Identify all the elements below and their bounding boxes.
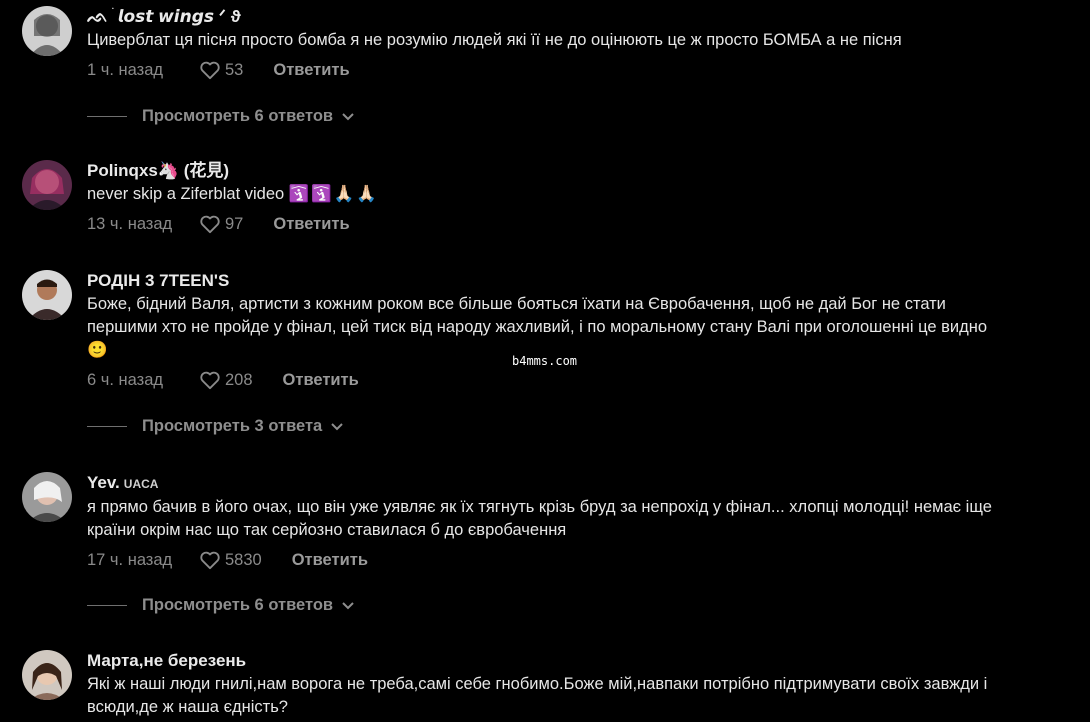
- reply-button[interactable]: Ответить: [273, 61, 349, 80]
- username[interactable]: Yev.: [87, 473, 120, 492]
- reply-button[interactable]: Ответить: [273, 215, 349, 234]
- comment-text-line: Боже, бідний Валя, артисти з кожним роко…: [87, 295, 946, 313]
- view-replies-button[interactable]: Просмотреть 3 ответа: [87, 417, 344, 436]
- view-replies-label: Просмотреть 6 ответов: [142, 596, 334, 614]
- heart-icon: [200, 215, 220, 234]
- comment-text: я прямо бачив в його очах, що він уже уя…: [87, 496, 1072, 542]
- like-button[interactable]: 97: [199, 214, 243, 234]
- comment-text-line: я прямо бачив в його очах, що він уже уя…: [87, 498, 992, 516]
- divider: [87, 116, 127, 117]
- emoji: 🙏🏻: [333, 185, 355, 204]
- view-replies-button[interactable]: Просмотреть 6 ответов: [87, 107, 355, 126]
- comment-text-line: першими хто не пройде у фінал, цей тиск …: [87, 318, 987, 336]
- avatar[interactable]: [22, 270, 72, 320]
- comment-text: Які ж наші люди гнилі,нам ворога не треб…: [87, 673, 1072, 719]
- comment-text-line: країни окрім нас що так серйозно ставила…: [87, 521, 567, 539]
- emoji: 🙂: [87, 341, 108, 359]
- watermark: b4mms.com: [512, 354, 578, 368]
- avatar[interactable]: [22, 160, 72, 210]
- username[interactable]: ᨒ ׄ 𝙡𝙤𝙨𝙩 𝙬𝙞𝙣𝙜𝙨 ᐟ ϑ: [87, 6, 1072, 28]
- comment-text: Боже, бідний Валя, артисти з кожним роко…: [87, 293, 1072, 362]
- avatar[interactable]: [22, 650, 72, 700]
- comment-text-wrap: never skip a Ziferblat video 🛐 🛐 🙏🏻 🙏🏻: [87, 183, 1072, 206]
- comments-feed: ᨒ ׄ 𝙡𝙤𝙨𝙩 𝙬𝙞𝙣𝙜𝙨 ᐟ ϑ Циверблат ця пісня пр…: [0, 0, 1090, 722]
- username[interactable]: Polinqxs🦄 (花見): [87, 160, 1072, 182]
- like-button[interactable]: 5830: [199, 550, 262, 570]
- divider: [87, 605, 127, 606]
- timestamp: 17 ч. назад: [87, 550, 173, 569]
- like-button[interactable]: 53: [199, 60, 243, 80]
- comment-text-line: Які ж наші люди гнилі,нам ворога не треб…: [87, 675, 988, 693]
- chevron-down-icon: [342, 112, 354, 120]
- emoji: 🛐: [311, 185, 332, 204]
- emoji: 🙏🏻: [356, 185, 377, 204]
- comment-text: Циверблат ця пісня просто бомба я не роз…: [87, 31, 902, 49]
- user-badge: UACA: [123, 477, 159, 491]
- divider: [87, 426, 127, 427]
- reply-button[interactable]: Ответить: [283, 371, 359, 390]
- heart-icon: [200, 551, 220, 570]
- timestamp: 13 ч. назад: [87, 214, 173, 233]
- heart-icon: [200, 61, 220, 80]
- like-count: 53: [225, 60, 244, 79]
- like-button[interactable]: 208: [199, 370, 253, 390]
- view-replies-button[interactable]: Просмотреть 6 ответов: [87, 596, 355, 615]
- heart-icon: [200, 371, 220, 390]
- view-replies-label: Просмотреть 3 ответа: [142, 417, 323, 435]
- username[interactable]: Марта,не березень: [87, 650, 1072, 672]
- reply-button[interactable]: Ответить: [292, 551, 368, 570]
- avatar[interactable]: [22, 472, 72, 522]
- chevron-down-icon: [342, 601, 354, 609]
- username-wrap: Yev. UACA: [87, 472, 1072, 495]
- like-count: 208: [225, 370, 253, 389]
- timestamp: 6 ч. назад: [87, 370, 163, 389]
- comment-text-line: всюди,де ж наша єдність?: [87, 698, 288, 716]
- chevron-down-icon: [331, 422, 343, 430]
- comment-text: never skip a Ziferblat video: [87, 185, 285, 203]
- view-replies-label: Просмотреть 6 ответов: [142, 107, 334, 125]
- like-count: 97: [225, 214, 244, 233]
- emoji: 🛐: [288, 185, 310, 204]
- username[interactable]: РОДІН 3 7TEEN'S: [87, 270, 1072, 292]
- avatar[interactable]: [22, 6, 72, 56]
- like-count: 5830: [225, 550, 262, 569]
- timestamp: 1 ч. назад: [87, 60, 163, 79]
